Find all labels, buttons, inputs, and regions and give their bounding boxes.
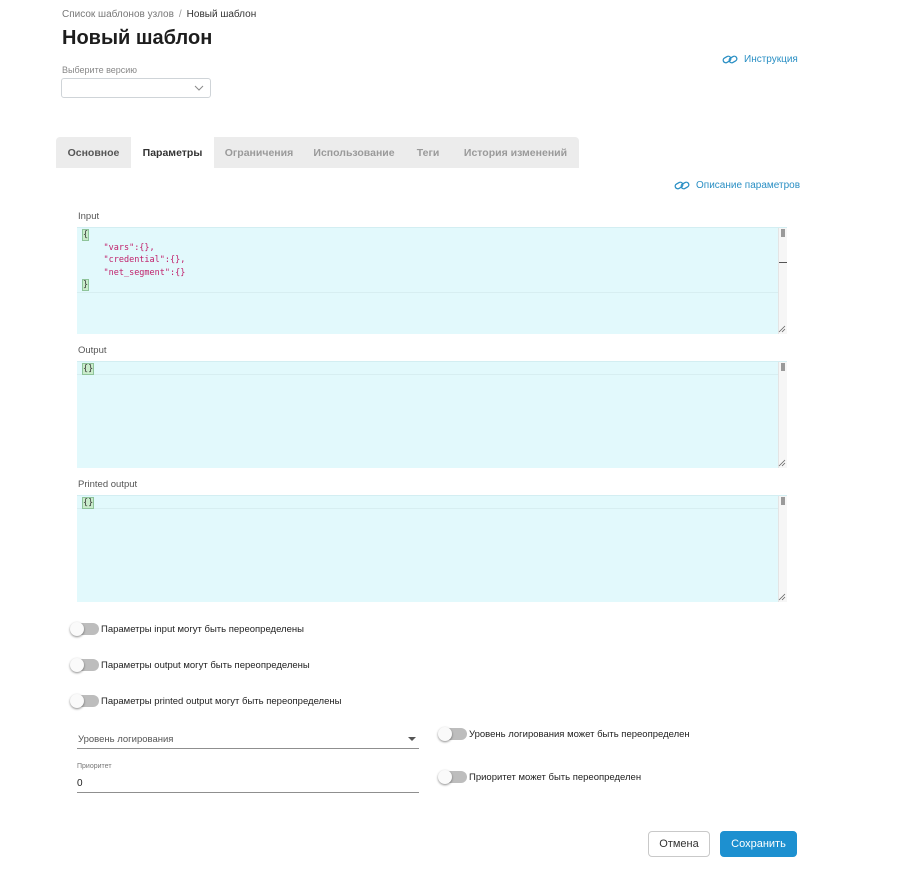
priority-override-toggle[interactable] [438,770,467,784]
link-icon [674,181,690,190]
input-code: { "vars":{}, "credential":{}, "net_segme… [81,229,186,292]
editor-scrollbar[interactable] [778,362,787,468]
log-level-placeholder: Уровень логирования [78,734,174,745]
tab-restrictions[interactable]: Ограничения [214,137,304,168]
editor-scrollbar[interactable] [778,228,787,334]
resize-handle-icon[interactable] [778,459,786,467]
code-brace-open: { [81,229,90,241]
log-level-override-toggle-row: Уровень логирования может быть переопред… [438,727,690,741]
toggle-knob [70,622,84,636]
tab-usage[interactable]: Использование [304,137,404,168]
link-icon [722,55,738,64]
scroll-thumb[interactable] [781,229,785,237]
toggle-knob [438,727,452,741]
version-select[interactable] [61,78,211,98]
scroll-thumb[interactable] [781,363,785,371]
tab-parameters[interactable]: Параметры [131,137,214,168]
resize-handle-icon[interactable] [778,325,786,333]
input-label: Input [78,211,100,222]
priority-label: Приоритет [77,763,112,770]
tab-tags[interactable]: Теги [404,137,452,168]
printed-output-label: Printed output [78,479,138,490]
priority-override-toggle-row: Приоритет может быть переопределен [438,770,642,784]
printed-override-label: Параметры printed output могут быть пере… [101,695,342,707]
params-description-link[interactable]: Описание параметров [674,180,800,191]
save-button[interactable]: Сохранить [720,831,797,857]
code-value: {} [81,497,95,509]
input-override-toggle[interactable] [70,622,99,636]
breadcrumb-separator: / [178,9,182,20]
output-override-toggle[interactable] [70,658,99,672]
printed-output-code: {} [81,497,95,510]
scroll-thumb[interactable] [781,497,785,505]
code-key-credential: "credential":{}, [103,255,186,265]
scroll-marker [779,262,787,263]
output-override-label: Параметры output могут быть переопределе… [101,659,310,671]
printed-output-editor[interactable]: {} [77,495,787,602]
printed-override-toggle[interactable] [70,694,99,708]
code-key-vars: "vars":{}, [103,242,155,253]
code-brace-close: } [81,279,90,291]
priority-input[interactable]: 0 [77,775,419,793]
priority-value: 0 [77,778,83,789]
cancel-button[interactable]: Отмена [648,831,710,857]
log-level-select[interactable]: Уровень логирования [77,730,419,749]
active-line-highlight [77,496,779,509]
breadcrumb-current: Новый шаблон [186,9,257,20]
breadcrumb-parent-link[interactable]: Список шаблонов узлов [62,9,174,20]
priority-override-label: Приоритет может быть переопределен [469,771,642,783]
code-key-net-segment: "net_segment":{} [103,267,186,278]
input-override-toggle-row: Параметры input могут быть переопределен… [70,622,304,636]
output-code: {} [81,363,95,376]
input-editor[interactable]: { "vars":{}, "credential":{}, "net_segme… [77,227,787,334]
code-value: {} [81,363,95,375]
output-editor[interactable]: {} [77,361,787,468]
version-label: Выберите версию [62,65,138,75]
active-line-highlight [77,362,779,375]
log-level-override-label: Уровень логирования может быть переопред… [469,728,690,740]
toggle-knob [438,770,452,784]
tab-bar: Основное Параметры Ограничения Использов… [56,137,579,168]
printed-override-toggle-row: Параметры printed output могут быть пере… [70,694,342,708]
chevron-down-icon [194,85,204,91]
output-override-toggle-row: Параметры output могут быть переопределе… [70,658,310,672]
toggle-knob [70,694,84,708]
tab-main[interactable]: Основное [56,137,131,168]
resize-handle-icon[interactable] [778,593,786,601]
toggle-knob [70,658,84,672]
log-level-override-toggle[interactable] [438,727,467,741]
editor-scrollbar[interactable] [778,496,787,602]
instruction-link-label: Инструкция [744,54,798,65]
caret-down-icon [408,737,416,741]
page-title: Новый шаблон [62,27,213,49]
tab-history[interactable]: История изменений [452,137,579,168]
instruction-link[interactable]: Инструкция [722,54,798,65]
params-description-label: Описание параметров [696,180,801,191]
breadcrumb: Список шаблонов узлов / Новый шаблон [62,9,256,20]
output-label: Output [78,345,107,356]
input-override-label: Параметры input могут быть переопределен… [101,623,304,635]
